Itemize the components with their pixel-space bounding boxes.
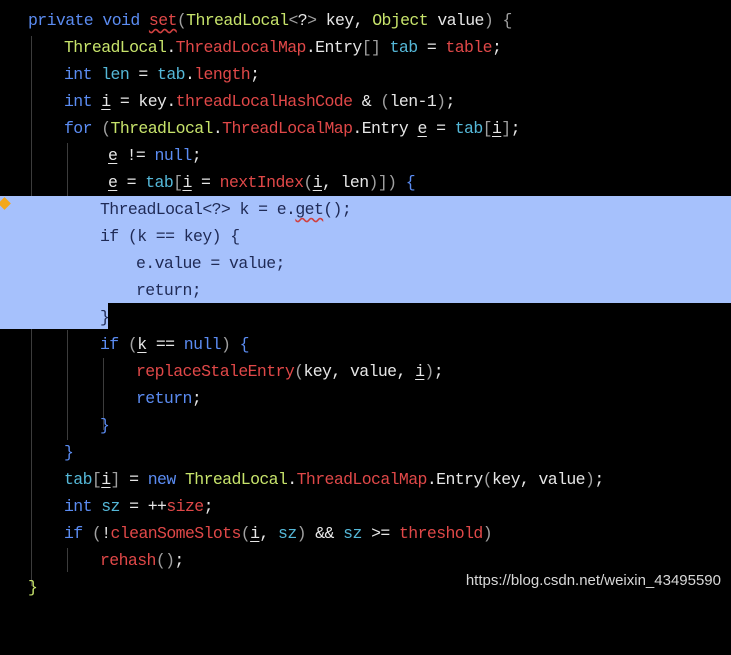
- watermark: https://blog.csdn.net/weixin_43495590: [465, 572, 721, 589]
- code-line[interactable]: }: [0, 304, 731, 331]
- code-line[interactable]: }: [0, 439, 731, 466]
- code-text: return;: [136, 281, 202, 300]
- code-line[interactable]: rehash();: [0, 547, 731, 574]
- code-line[interactable]: return;: [0, 385, 731, 412]
- code-editor[interactable]: private void set(ThreadLocal<?> key, Obj…: [0, 0, 731, 600]
- code-line[interactable]: replaceStaleEntry(key, value, i);: [0, 358, 731, 385]
- code-text: return;: [136, 389, 202, 408]
- code-line[interactable]: if (k == key) {: [0, 223, 731, 250]
- code-line[interactable]: int sz = ++size;: [0, 493, 731, 520]
- code-text: int i = key.threadLocalHashCode & (len-1…: [64, 92, 455, 111]
- code-text: ThreadLocal.ThreadLocalMap.Entry[] tab =…: [64, 38, 502, 57]
- code-line[interactable]: ThreadLocal<?> k = e.get();: [0, 196, 731, 223]
- code-line[interactable]: return;: [0, 277, 731, 304]
- code-line[interactable]: ThreadLocal.ThreadLocalMap.Entry[] tab =…: [0, 34, 731, 61]
- code-line[interactable]: if (!cleanSomeSlots(i, sz) && sz >= thre…: [0, 520, 731, 547]
- code-text: replaceStaleEntry(key, value, i);: [136, 362, 444, 381]
- code-line[interactable]: int i = key.threadLocalHashCode & (len-1…: [0, 88, 731, 115]
- code-line[interactable]: int len = tab.length;: [0, 61, 731, 88]
- code-text: tab[i] = new ThreadLocal.ThreadLocalMap.…: [64, 470, 604, 489]
- code-text: int len = tab.length;: [64, 65, 260, 84]
- code-text: }: [28, 578, 38, 597]
- code-text: ThreadLocal<?> k = e.get();: [100, 200, 352, 219]
- code-text: rehash();: [100, 551, 184, 570]
- code-line[interactable]: for (ThreadLocal.ThreadLocalMap.Entry e …: [0, 115, 731, 142]
- code-text: }: [100, 308, 110, 327]
- code-line[interactable]: private void set(ThreadLocal<?> key, Obj…: [0, 7, 731, 34]
- code-text: e = tab[i = nextIndex(i, len)]) {: [108, 173, 416, 192]
- code-line[interactable]: if (k == null) {: [0, 331, 731, 358]
- code-text: private void set(ThreadLocal<?> key, Obj…: [28, 11, 512, 30]
- code-line[interactable]: e.value = value;: [0, 250, 731, 277]
- code-text: for (ThreadLocal.ThreadLocalMap.Entry e …: [64, 119, 521, 138]
- code-text: }: [64, 443, 74, 462]
- code-text: if (k == null) {: [100, 335, 250, 354]
- code-text: int sz = ++size;: [64, 497, 213, 516]
- code-text: e.value = value;: [136, 254, 285, 273]
- code-line[interactable]: tab[i] = new ThreadLocal.ThreadLocalMap.…: [0, 466, 731, 493]
- code-text: if (!cleanSomeSlots(i, sz) && sz >= thre…: [64, 524, 493, 543]
- code-line[interactable]: e != null;: [0, 142, 731, 169]
- code-text: }: [100, 416, 110, 435]
- code-line[interactable]: e = tab[i = nextIndex(i, len)]) {: [0, 169, 731, 196]
- code-text: if (k == key) {: [100, 227, 240, 246]
- code-line[interactable]: }: [0, 412, 731, 439]
- code-text: e != null;: [108, 146, 202, 165]
